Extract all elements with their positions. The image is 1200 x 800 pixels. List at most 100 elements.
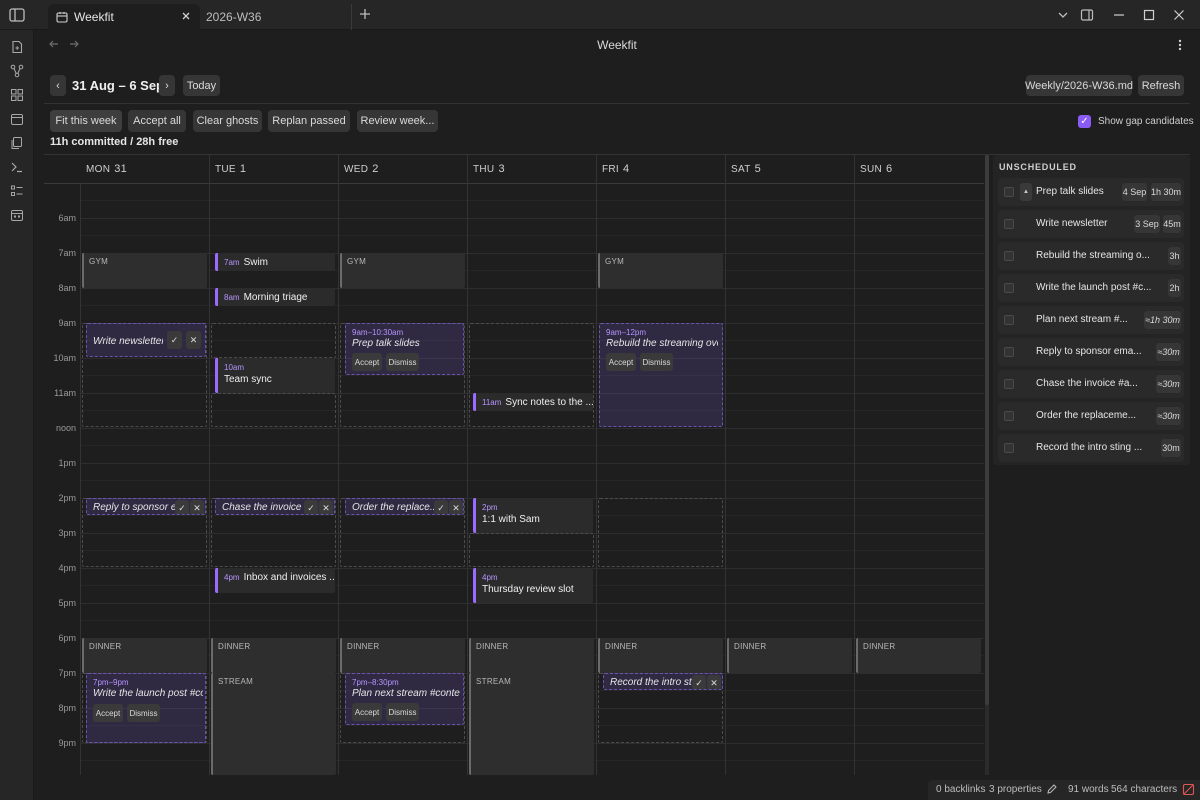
close-icon[interactable] — [1172, 8, 1186, 22]
accept-ghost-button[interactable]: ✓ — [434, 500, 448, 514]
task-morning-triage[interactable]: 8am Morning triage — [215, 288, 335, 306]
calendar-scrollbar[interactable] — [985, 155, 989, 775]
ghost-prep-talk-slides[interactable]: 9am–10:30am Prep talk slides Accept Dism… — [345, 323, 464, 375]
unscheduled-item[interactable]: Write the launch post #c... 2h — [998, 274, 1184, 302]
split-view-icon[interactable] — [1080, 8, 1094, 22]
dinner-block[interactable]: DINNER — [211, 638, 336, 673]
item-checkbox[interactable] — [1004, 187, 1014, 197]
pencil-icon[interactable] — [1046, 783, 1058, 798]
item-checkbox[interactable] — [1004, 379, 1014, 389]
show-gap-candidates-checkbox[interactable]: ✓ — [1078, 115, 1091, 128]
task-1-1-with-sam[interactable]: 2pm 1:1 with Sam — [473, 498, 593, 533]
unscheduled-item[interactable]: Write newsletter 3 Sep 45m — [998, 210, 1184, 238]
sidebar-toggle-icon[interactable] — [8, 6, 26, 24]
close-icon[interactable] — [180, 10, 192, 22]
scrollbar-thumb[interactable] — [985, 155, 989, 705]
ghost-rebuild-streaming[interactable]: 9am–12pm Rebuild the streaming ove... Ac… — [599, 323, 723, 427]
dinner-block[interactable]: DINNER — [469, 638, 594, 673]
gap-candidate-slot[interactable] — [211, 393, 336, 427]
gap-candidate-slot[interactable] — [598, 498, 723, 567]
accept-ghost-button[interactable]: ✓ — [304, 500, 318, 514]
duration-chip[interactable]: 1h 30m — [1151, 183, 1181, 201]
duration-chip[interactable]: 30m — [1161, 439, 1181, 457]
maximize-icon[interactable] — [1142, 8, 1156, 22]
dinner-block[interactable]: DINNER — [598, 638, 723, 673]
today-button[interactable]: Today — [183, 75, 220, 96]
unscheduled-item[interactable]: Reply to sponsor ema... ≈30m — [998, 338, 1184, 366]
ghost-order-replacement[interactable]: Order the replace... ✓ ✕ — [345, 498, 464, 515]
canvas-icon[interactable] — [10, 88, 24, 102]
task-swim[interactable]: 7am Swim — [215, 253, 335, 271]
gap-candidate-slot[interactable] — [469, 323, 594, 427]
dismiss-ghost-button[interactable]: ✕ — [319, 500, 333, 514]
item-checkbox[interactable] — [1004, 315, 1014, 325]
duration-chip[interactable]: ≈30m — [1156, 343, 1181, 361]
graph-icon[interactable] — [10, 64, 24, 78]
item-checkbox[interactable] — [1004, 251, 1014, 261]
accept-button[interactable]: Accept — [352, 353, 382, 371]
new-note-icon[interactable] — [10, 40, 24, 54]
gym-block[interactable]: GYM — [598, 253, 723, 288]
backlinks-count[interactable]: 0 backlinks — [936, 784, 985, 795]
unscheduled-item[interactable]: Order the replaceme... ≈30m — [998, 402, 1184, 430]
more-options-icon[interactable] — [1174, 38, 1186, 52]
weekly-planner-icon[interactable] — [10, 208, 24, 222]
accept-ghost-button[interactable]: ✓ — [175, 500, 189, 514]
gym-block[interactable]: GYM — [340, 253, 465, 288]
tab-weekfit[interactable]: Weekfit — [48, 4, 200, 30]
stream-block[interactable]: STREAM — [469, 673, 594, 775]
duration-chip[interactable]: ≈1h 30m — [1144, 311, 1181, 329]
note-file-button[interactable]: Weekly/2026-W36.md — [1025, 75, 1133, 96]
duration-chip[interactable]: 2h — [1168, 279, 1181, 297]
item-checkbox[interactable] — [1004, 411, 1014, 421]
gap-candidate-slot[interactable] — [469, 533, 594, 567]
item-checkbox[interactable] — [1004, 347, 1014, 357]
plus-icon[interactable] — [358, 7, 372, 21]
review-week-button[interactable]: Review week... — [357, 110, 438, 132]
accept-button[interactable]: Accept — [606, 353, 636, 371]
item-checkbox[interactable] — [1004, 219, 1014, 229]
task-thursday-review[interactable]: 4pm Thursday review slot — [473, 568, 593, 603]
refresh-button[interactable]: Refresh — [1138, 75, 1184, 96]
gym-block[interactable]: GYM — [82, 253, 207, 288]
dismiss-ghost-button[interactable]: ✕ — [449, 500, 463, 514]
unscheduled-item[interactable]: Rebuild the streaming o... 3h — [998, 242, 1184, 270]
task-team-sync[interactable]: 10am Team sync — [215, 358, 335, 393]
duration-chip[interactable]: 3h — [1168, 247, 1181, 265]
dismiss-button[interactable]: Dismiss — [386, 353, 419, 371]
duration-chip[interactable]: 45m — [1163, 215, 1181, 233]
sync-off-icon[interactable] — [1182, 783, 1195, 799]
task-sync-notes[interactable]: 11am Sync notes to the ... — [473, 393, 593, 411]
minimize-icon[interactable] — [1112, 8, 1126, 22]
accept-button[interactable]: Accept — [352, 703, 382, 721]
dismiss-button[interactable]: Dismiss — [640, 353, 673, 371]
dismiss-ghost-button[interactable]: ✕ — [190, 500, 204, 514]
unscheduled-item[interactable]: Record the intro sting ... 30m — [998, 434, 1184, 462]
expand-button[interactable]: ▲ — [1020, 183, 1032, 201]
dismiss-button[interactable]: Dismiss — [127, 704, 160, 722]
tasks-icon[interactable] — [10, 184, 24, 198]
clear-ghosts-button[interactable]: Clear ghosts — [193, 110, 262, 132]
ghost-chase-invoice[interactable]: Chase the invoice ... ✓ ✕ — [215, 498, 335, 515]
ghost-write-newsletter[interactable]: Write newsletter ✓ ✕ — [86, 323, 206, 357]
terminal-icon[interactable] — [10, 160, 24, 174]
due-date-chip[interactable]: 4 Sep — [1122, 183, 1147, 201]
dinner-block[interactable]: DINNER — [856, 638, 981, 673]
dinner-block[interactable]: DINNER — [82, 638, 207, 673]
gap-candidate-slot[interactable] — [211, 323, 336, 358]
prev-week-button[interactable]: ‹ — [50, 75, 66, 96]
accept-all-button[interactable]: Accept all — [128, 110, 186, 132]
ghost-launch-post[interactable]: 7pm–9pm Write the launch post #co... Acc… — [86, 673, 206, 743]
item-checkbox[interactable] — [1004, 443, 1014, 453]
tab-2026-w36[interactable]: 2026-W36 — [200, 4, 352, 30]
stream-block[interactable]: STREAM — [211, 673, 336, 775]
next-week-button[interactable]: › — [159, 75, 175, 96]
fit-this-week-button[interactable]: Fit this week — [50, 110, 122, 132]
dismiss-button[interactable]: Dismiss — [386, 703, 419, 721]
unscheduled-item[interactable]: Chase the invoice #a... ≈30m — [998, 370, 1184, 398]
ghost-reply-sponsor[interactable]: Reply to sponsor e... ✓ ✕ — [86, 498, 206, 515]
unscheduled-item[interactable]: Plan next stream #... ≈1h 30m — [998, 306, 1184, 334]
calendar-icon[interactable] — [10, 112, 24, 126]
due-date-chip[interactable]: 3 Sep — [1134, 215, 1160, 233]
ghost-record-intro[interactable]: Record the intro sti... ✓ ✕ — [603, 673, 723, 690]
